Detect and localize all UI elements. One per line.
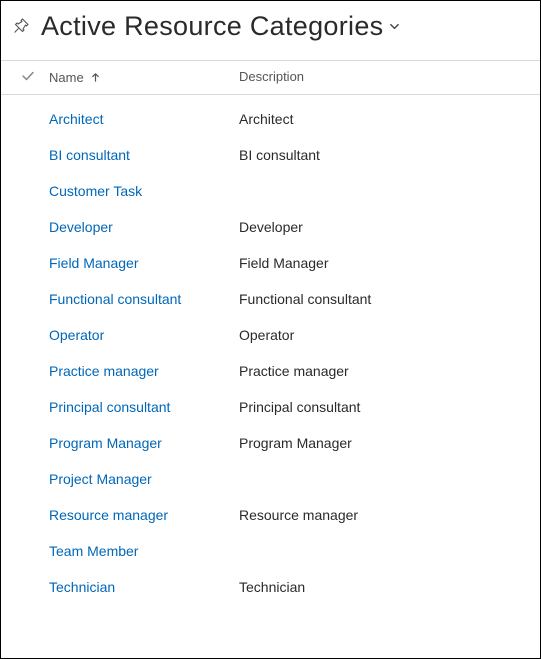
- cell-description: [239, 471, 528, 487]
- cell-name: Customer Task: [49, 183, 239, 199]
- table-row[interactable]: Project Manager: [21, 461, 528, 497]
- record-link[interactable]: BI consultant: [49, 147, 130, 163]
- row-selector[interactable]: [21, 111, 49, 127]
- cell-description: Practice manager: [239, 363, 528, 379]
- row-selector[interactable]: [21, 183, 49, 199]
- row-selector[interactable]: [21, 291, 49, 307]
- row-selector[interactable]: [21, 399, 49, 415]
- column-header-description[interactable]: Description: [239, 69, 528, 86]
- record-link[interactable]: Developer: [49, 219, 113, 235]
- row-selector[interactable]: [21, 543, 49, 559]
- cell-name: Project Manager: [49, 471, 239, 487]
- cell-description: Architect: [239, 111, 528, 127]
- row-selector[interactable]: [21, 435, 49, 451]
- chevron-down-icon[interactable]: [389, 21, 400, 32]
- table-row[interactable]: Functional consultant Functional consulta…: [21, 281, 528, 317]
- cell-description: Technician: [239, 579, 528, 595]
- select-all-column[interactable]: [21, 69, 49, 86]
- record-link[interactable]: Operator: [49, 327, 104, 343]
- record-link[interactable]: Functional consultant: [49, 291, 181, 307]
- record-link[interactable]: Resource manager: [49, 507, 168, 523]
- cell-description: Developer: [239, 219, 528, 235]
- table-row[interactable]: Architect Architect: [21, 101, 528, 137]
- table-row[interactable]: Developer Developer: [21, 209, 528, 245]
- row-selector[interactable]: [21, 579, 49, 595]
- column-header-name[interactable]: Name: [49, 69, 239, 86]
- grid-body: ArchitectArchitectBI consultantBI consul…: [1, 95, 540, 605]
- record-link[interactable]: Team Member: [49, 543, 138, 559]
- row-selector[interactable]: [21, 507, 49, 523]
- cell-description: Operator: [239, 327, 528, 343]
- cell-description: [239, 543, 528, 559]
- row-selector[interactable]: [21, 327, 49, 343]
- cell-name: BI consultant: [49, 147, 239, 163]
- row-selector[interactable]: [21, 255, 49, 271]
- table-row[interactable]: BI consultant BI consultant: [21, 137, 528, 173]
- cell-name: Functional consultant: [49, 291, 239, 307]
- cell-name: Operator: [49, 327, 239, 343]
- cell-name: Program Manager: [49, 435, 239, 451]
- cell-description: Functional consultant: [239, 291, 528, 307]
- column-header-name-label: Name: [49, 70, 84, 85]
- cell-name: Technician: [49, 579, 239, 595]
- record-link[interactable]: Program Manager: [49, 435, 162, 451]
- record-link[interactable]: Field Manager: [49, 255, 139, 271]
- record-link[interactable]: Practice manager: [49, 363, 159, 379]
- row-selector[interactable]: [21, 471, 49, 487]
- record-link[interactable]: Customer Task: [49, 183, 142, 199]
- cell-name: Practice manager: [49, 363, 239, 379]
- record-link[interactable]: Principal consultant: [49, 399, 170, 415]
- sort-ascending-icon: [90, 72, 101, 83]
- cell-description: Resource manager: [239, 507, 528, 523]
- record-link[interactable]: Technician: [49, 579, 115, 595]
- cell-name: Resource manager: [49, 507, 239, 523]
- record-link[interactable]: Project Manager: [49, 471, 152, 487]
- cell-description: Program Manager: [239, 435, 528, 451]
- table-row[interactable]: Principal consultant Principal consultant: [21, 389, 528, 425]
- record-link[interactable]: Architect: [49, 111, 103, 127]
- cell-description: [239, 183, 528, 199]
- cell-description: Principal consultant: [239, 399, 528, 415]
- cell-name: Team Member: [49, 543, 239, 559]
- cell-name: Developer: [49, 219, 239, 235]
- table-row[interactable]: Program Manager Program Manager: [21, 425, 528, 461]
- grid-header: Name Description: [1, 60, 540, 95]
- row-selector[interactable]: [21, 219, 49, 235]
- view-header: Active Resource Categories: [1, 1, 540, 60]
- table-row[interactable]: Field Manager Field Manager: [21, 245, 528, 281]
- row-selector[interactable]: [21, 363, 49, 379]
- table-row[interactable]: Team Member: [21, 533, 528, 569]
- cell-name: Principal consultant: [49, 399, 239, 415]
- table-row[interactable]: Operator Operator: [21, 317, 528, 353]
- cell-description: BI consultant: [239, 147, 528, 163]
- view-title[interactable]: Active Resource Categories: [41, 11, 383, 42]
- pin-icon[interactable]: [13, 18, 31, 36]
- row-selector[interactable]: [21, 147, 49, 163]
- cell-name: Architect: [49, 111, 239, 127]
- table-row[interactable]: Practice manager Practice manager: [21, 353, 528, 389]
- column-header-description-label: Description: [239, 69, 304, 84]
- cell-description: Field Manager: [239, 255, 528, 271]
- table-row[interactable]: Resource manager Resource manager: [21, 497, 528, 533]
- table-row[interactable]: Technician Technician: [21, 569, 528, 605]
- table-row[interactable]: Customer Task: [21, 173, 528, 209]
- cell-name: Field Manager: [49, 255, 239, 271]
